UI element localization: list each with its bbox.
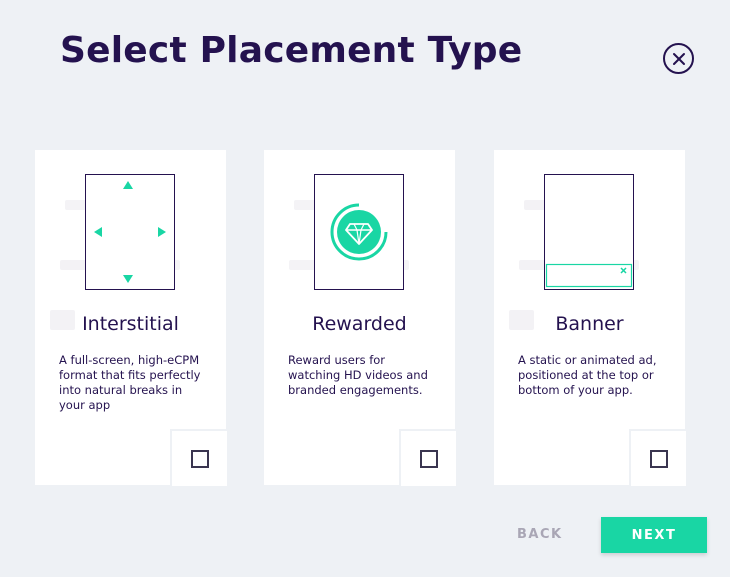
card-title: Banner bbox=[555, 313, 624, 335]
rewarded-illustration bbox=[314, 174, 404, 290]
placement-card-interstitial[interactable]: Interstitial A full-screen, high-eCPM fo… bbox=[35, 150, 227, 486]
select-rewarded-checkbox[interactable] bbox=[419, 449, 438, 468]
back-button[interactable]: BACK bbox=[517, 527, 563, 542]
close-button[interactable] bbox=[663, 43, 694, 74]
checkbox-container bbox=[170, 429, 227, 486]
banner-illustration bbox=[544, 174, 634, 290]
next-button[interactable]: NEXT bbox=[601, 517, 707, 553]
select-banner-checkbox[interactable] bbox=[649, 449, 668, 468]
interstitial-illustration bbox=[85, 174, 175, 290]
interstitial-phone-arrows-icon bbox=[94, 181, 166, 283]
card-description: A full-screen, high-eCPM format that fit… bbox=[59, 353, 201, 412]
placement-card-banner[interactable]: Banner A static or animated ad, position… bbox=[494, 150, 686, 486]
checkbox-container bbox=[399, 429, 456, 486]
card-description: A static or animated ad, positioned at t… bbox=[518, 353, 657, 397]
card-description: Reward users for watching HD videos and … bbox=[288, 353, 428, 397]
card-title: Rewarded bbox=[312, 313, 407, 335]
banner-phone-icon bbox=[545, 263, 633, 288]
rewarded-diamond-icon bbox=[330, 203, 388, 261]
select-interstitial-checkbox[interactable] bbox=[190, 449, 209, 468]
page-title: Select Placement Type bbox=[60, 30, 523, 71]
checkbox-container bbox=[629, 429, 686, 486]
close-icon bbox=[672, 52, 685, 65]
card-title: Interstitial bbox=[82, 313, 179, 335]
placement-card-rewarded[interactable]: Rewarded Reward users for watching HD vi… bbox=[264, 150, 456, 486]
